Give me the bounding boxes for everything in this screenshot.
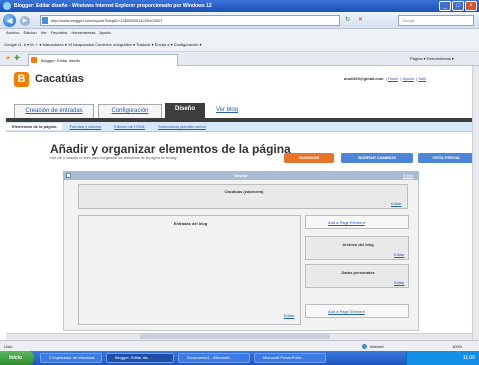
navbar-widget[interactable]: Navbar Editar xyxy=(63,171,419,180)
profile-widget-title: Datos personales xyxy=(341,270,375,275)
navbar-edit-link[interactable]: Editar xyxy=(403,171,413,180)
vertical-scrollbar[interactable] xyxy=(472,66,479,340)
menu-bar: Archivo Edición Ver Favoritos Herramient… xyxy=(0,29,479,37)
menu-ayuda[interactable]: Ayuda xyxy=(99,30,110,35)
close-button[interactable]: × xyxy=(465,1,477,11)
save-button[interactable]: GUARDAR xyxy=(284,153,334,163)
taskbar-item-blogger[interactable]: Blogger: Editar dis... xyxy=(106,353,174,363)
system-tray: 11:06 xyxy=(406,351,479,365)
subtab-elementos[interactable]: Elementos de la página xyxy=(6,123,63,130)
user-bar: ana0469@gmail.com | Panel | Ayuda | Sali… xyxy=(344,76,427,81)
google-toolbar: Google G- Ir ▾ M ☆ ▾ Marcadores ▾ 19 blo… xyxy=(0,37,479,52)
taskbar-item-word[interactable]: Documento1 - Microsoft... xyxy=(178,353,250,363)
sidebar-add-element-link[interactable]: Add a Page Element xyxy=(328,220,365,225)
stop-icon[interactable]: ✕ xyxy=(358,16,368,25)
main-add-element[interactable]: Add a Page Element xyxy=(305,304,409,318)
clock: 11:06 xyxy=(462,355,475,361)
menu-edicion[interactable]: Edición xyxy=(23,30,36,35)
blog-posts-title: Entradas del blog xyxy=(173,221,208,226)
favorites-star-icon[interactable]: ★ xyxy=(5,55,11,63)
header-widget[interactable]: Cacatúas (cabecera) Editar xyxy=(78,184,408,209)
sub-tab-bar: Elementos de la página Fuentes y colores… xyxy=(6,122,472,132)
navbar-icon xyxy=(66,173,71,178)
archive-widget-title: Archivo del blog xyxy=(342,242,374,247)
globe-icon xyxy=(362,344,367,349)
address-input[interactable]: http://www.blogger.com/layout?blogID=136… xyxy=(40,15,340,26)
forward-button[interactable]: ▶ xyxy=(20,16,30,26)
window-title-bar: Blogger: Editar diseño - Windows Interne… xyxy=(0,0,479,12)
maximize-button[interactable]: □ xyxy=(452,1,464,11)
sidebar-add-element[interactable]: Add a Page Element xyxy=(305,215,409,229)
profile-widget[interactable]: Datos personales Editar xyxy=(305,264,409,288)
window-controls: _ □ × xyxy=(439,1,477,11)
minimize-button[interactable]: _ xyxy=(439,1,451,11)
blog-posts-edit-link[interactable]: Editar xyxy=(284,313,294,318)
tab-favicon xyxy=(31,57,37,63)
blogger-logo[interactable]: B xyxy=(14,72,29,87)
back-button[interactable]: ◀ xyxy=(3,14,16,27)
add-favorites-icon[interactable]: ✚ xyxy=(14,55,20,63)
tab-diseno[interactable]: Diseño xyxy=(165,103,205,118)
help-link[interactable]: Ayuda xyxy=(402,76,413,81)
panel-link[interactable]: Panel xyxy=(388,76,398,81)
header-widget-title: Cacatúas (cabecera) xyxy=(224,189,264,194)
menu-archivo[interactable]: Archivo xyxy=(6,30,19,35)
clear-changes-button[interactable]: BORRAR CAMBIOS xyxy=(341,153,413,163)
tab-configuracion[interactable]: Configuración xyxy=(98,104,162,118)
archive-edit-link[interactable]: Editar xyxy=(394,252,404,257)
tab-ver-blog[interactable]: Ver blog xyxy=(210,104,244,118)
tab-creacion-entradas[interactable]: Creación de entradas xyxy=(14,104,94,118)
page-icon xyxy=(42,17,48,24)
subtab-fuentes[interactable]: Fuentes y colores xyxy=(64,124,108,129)
blog-name: Cacatúas xyxy=(35,73,84,85)
page-tools[interactable]: Página ▾ Herramientas ▾ xyxy=(410,56,454,61)
preview-button[interactable]: VISTA PREVIA xyxy=(418,153,474,163)
navbar-label: Navbar xyxy=(234,173,248,178)
blog-posts-widget[interactable]: Entradas del blog Editar xyxy=(78,215,301,325)
subtab-plantilla[interactable]: Seleccionar plantilla nueva xyxy=(152,124,212,129)
taskbar-item-powerpoint[interactable]: Microsoft PowerPoint... xyxy=(254,353,326,363)
menu-herramientas[interactable]: Herramientas xyxy=(71,30,95,35)
page-subtitle: Haz clic y arrastra el ratón para reorga… xyxy=(50,156,178,160)
page-title: Añadir y organizar elementos de la págin… xyxy=(50,142,291,156)
user-email: ana0469@gmail.com xyxy=(344,76,384,81)
google-toolbar-text[interactable]: Google G- Ir ▾ M ☆ ▾ Marcadores ▾ 19 blo… xyxy=(0,42,202,47)
menu-favoritos[interactable]: Favoritos xyxy=(51,30,67,35)
scrollbar-thumb[interactable] xyxy=(140,334,330,339)
search-input[interactable]: Google xyxy=(398,15,474,26)
archive-widget[interactable]: Archivo del blog Editar xyxy=(305,236,409,260)
logout-link[interactable]: Salir xyxy=(418,76,426,81)
status-bar: Listo Internet 100% xyxy=(0,340,479,351)
browser-tab-blogger[interactable]: Blogger: Editar diseño xyxy=(28,54,178,66)
start-button[interactable]: Inicio xyxy=(0,351,34,365)
header-edit-link[interactable]: Editar xyxy=(391,201,401,206)
taskbar-item-explorer[interactable]: 3 Explorador de Windows xyxy=(40,353,102,363)
main-add-element-link[interactable]: Add a Page Element xyxy=(328,309,365,314)
profile-edit-link[interactable]: Editar xyxy=(394,280,404,285)
subtab-html[interactable]: Edición de HTML xyxy=(108,124,151,129)
ie-icon xyxy=(3,2,11,10)
refresh-icon[interactable]: ↻ xyxy=(345,16,355,25)
menu-ver[interactable]: Ver xyxy=(41,30,47,35)
